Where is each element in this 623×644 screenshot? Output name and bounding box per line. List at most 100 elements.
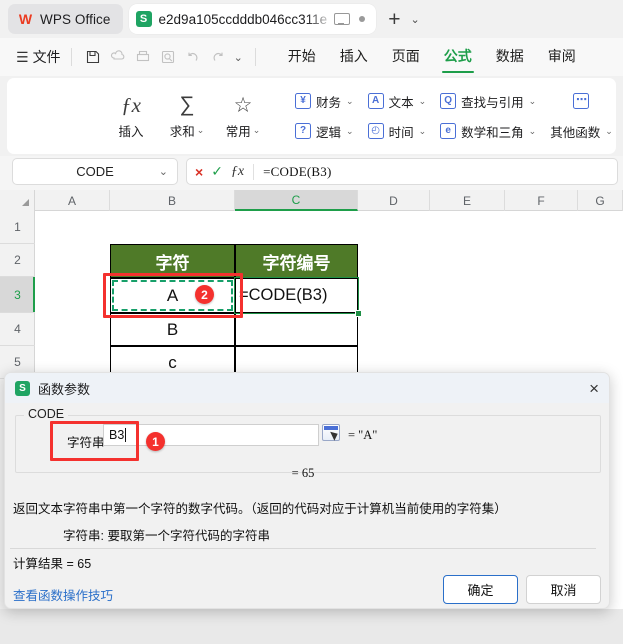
document-tab[interactable]: S e2d9a105ccdddb046cc311e [128, 4, 377, 34]
chevron-down-icon[interactable]: ⌄ [419, 126, 427, 137]
text-functions-button[interactable]: A 文本 ⌄ [367, 92, 427, 111]
select-all-corner[interactable] [0, 190, 35, 211]
finance-functions-button[interactable]: ¥ 财务 ⌄ [295, 92, 354, 111]
app-menu-icon[interactable]: ☰ [16, 49, 29, 66]
chevron-down-icon[interactable]: ⌄ [605, 126, 613, 137]
chevron-down-icon[interactable]: ⌄ [197, 125, 205, 136]
save-icon[interactable] [82, 46, 104, 68]
annotation-badge-1: 1 [146, 432, 165, 451]
common-text: 常用 [225, 125, 251, 139]
autosum-text: 求和 [169, 125, 195, 139]
ok-button[interactable]: 确定 [443, 575, 518, 604]
print-icon [132, 46, 154, 68]
argument-input-text[interactable]: B3 [103, 424, 319, 446]
cell-c3[interactable]: =CODE(B3) [235, 278, 358, 313]
argument-label-text: 字符串 [67, 436, 105, 450]
chevron-down-icon[interactable]: ⌄ [346, 126, 354, 137]
tab-start[interactable]: 开始 [288, 46, 316, 68]
lookup-reference-functions-button[interactable]: Q 查找与引用 ⌄ [440, 92, 536, 111]
name-box[interactable]: CODE ⌄ [12, 158, 178, 185]
ribbon-panel: ƒx 插入 ∑ 求和 ⌄ ☆ 常用 ⌄ ¥ 财务 ⌄ A 文本 ⌄ Q 查找与引… [7, 78, 616, 154]
column-header-d[interactable]: D [358, 190, 430, 211]
logical-label: 逻辑 [316, 125, 342, 140]
autosum-button[interactable]: ∑ 求和 ⌄ [159, 78, 215, 154]
new-tab-dropdown-icon[interactable]: ⌄ [410, 13, 419, 26]
sigma-icon: ∑ [179, 93, 195, 116]
cell-c4[interactable] [235, 313, 358, 346]
column-header-g[interactable]: G [578, 190, 623, 211]
chevron-down-icon[interactable]: ⌄ [253, 125, 261, 136]
new-tab-button[interactable]: + [388, 9, 400, 30]
row-header-3[interactable]: 3 [0, 277, 35, 313]
common-functions-label: 常用 ⌄ [226, 121, 261, 140]
column-header-e[interactable]: E [430, 190, 505, 211]
cloud-sync-icon [107, 46, 129, 68]
tab-page[interactable]: 页面 [392, 46, 420, 68]
clock-icon: ◴ [367, 123, 384, 139]
tab-review[interactable]: 审阅 [548, 46, 576, 68]
quick-access-more-icon[interactable]: ⌄ [234, 51, 243, 64]
confirm-formula-icon[interactable]: ✓ [211, 163, 223, 180]
chevron-down-icon[interactable]: ⌄ [159, 165, 168, 178]
undo-icon [182, 46, 204, 68]
print-preview-icon [157, 46, 179, 68]
column-header-f[interactable]: F [505, 190, 578, 211]
chevron-down-icon[interactable]: ⌄ [346, 96, 354, 107]
column-header-c[interactable]: C [235, 190, 358, 211]
other-functions-button[interactable]: 其他函数 ⌄ [550, 122, 613, 141]
function-name-legend: CODE [24, 407, 69, 421]
argument-description: 字符串: 要取第一个字符代码的字符串 [63, 529, 270, 543]
table-header-char[interactable]: 字符 [110, 244, 235, 278]
lookup-icon: Q [440, 93, 457, 109]
close-icon[interactable]: × [589, 380, 599, 397]
chevron-down-icon[interactable]: ⌄ [529, 96, 537, 107]
function-tips-link[interactable]: 查看函数操作技巧 [13, 585, 113, 604]
insert-function-label: 插入 [118, 125, 144, 139]
column-header-a[interactable]: A [35, 190, 110, 211]
cell-b3[interactable]: A [110, 278, 235, 313]
cancel-formula-icon[interactable]: × [195, 164, 203, 180]
text-icon: A [367, 93, 384, 109]
finance-label: 财务 [316, 95, 342, 110]
cell-b4[interactable]: B [110, 313, 235, 346]
tab-data[interactable]: 数据 [496, 46, 524, 68]
spreadsheet-file-icon: S [135, 11, 152, 27]
tab-formula[interactable]: 公式 [441, 46, 474, 73]
text-label: 文本 [388, 95, 414, 110]
logical-functions-button[interactable]: ? 逻辑 ⌄ [295, 122, 354, 141]
column-header-b[interactable]: B [110, 190, 235, 211]
common-functions-button[interactable]: ☆ 常用 ⌄ [215, 78, 271, 154]
tab-insert[interactable]: 插入 [340, 46, 368, 68]
argument-evaluated-value: = "A" [348, 428, 378, 442]
autosum-label: 求和 ⌄ [170, 121, 205, 140]
table-header-code[interactable]: 字符编号 [235, 244, 358, 278]
divider-2 [254, 48, 256, 66]
range-picker-icon[interactable] [322, 424, 340, 441]
formula-bar: CODE ⌄ × ✓ ƒx =CODE(B3) [0, 156, 623, 190]
present-monitor-icon[interactable] [334, 12, 351, 26]
more-categories-button[interactable]: ⋯ [550, 93, 613, 109]
ellipsis-box-icon: ⋯ [573, 93, 590, 109]
dialog-title-bar: S 函数参数 × [5, 373, 609, 403]
math-icon: e [440, 123, 457, 139]
file-menu-button[interactable]: 文件 [33, 47, 61, 67]
insert-function-button[interactable]: ƒx 插入 [103, 78, 159, 154]
formula-input-container[interactable]: × ✓ ƒx =CODE(B3) [186, 158, 618, 185]
wps-office-home-button[interactable]: W WPS Office [8, 4, 123, 34]
menu-row: ☰ 文件 ⌄ 开始 插入 页面 公式 数据 审阅 [0, 38, 623, 76]
other-functions-label: 其他函数 [550, 125, 601, 140]
formula-input-value[interactable]: =CODE(B3) [263, 164, 331, 180]
insert-function-icon[interactable]: ƒx [231, 164, 244, 180]
row-header-1[interactable]: 1 [0, 211, 35, 244]
math-trig-functions-button[interactable]: e 数学和三角 ⌄ [440, 122, 536, 141]
annotation-badge-2: 2 [195, 285, 214, 304]
chevron-down-icon[interactable]: ⌄ [529, 126, 537, 137]
cancel-button[interactable]: 取消 [526, 575, 601, 604]
row-header-4[interactable]: 4 [0, 313, 35, 346]
document-tab-title: e2d9a105ccdddb046cc311e [158, 11, 328, 27]
row-header-2[interactable]: 2 [0, 244, 35, 277]
chevron-down-icon[interactable]: ⌄ [419, 96, 427, 107]
wps-spreadsheet-window: W WPS Office S e2d9a105ccdddb046cc311e +… [0, 0, 623, 644]
tab-more-dot-icon[interactable] [359, 16, 366, 22]
datetime-functions-button[interactable]: ◴ 时间 ⌄ [367, 122, 427, 141]
